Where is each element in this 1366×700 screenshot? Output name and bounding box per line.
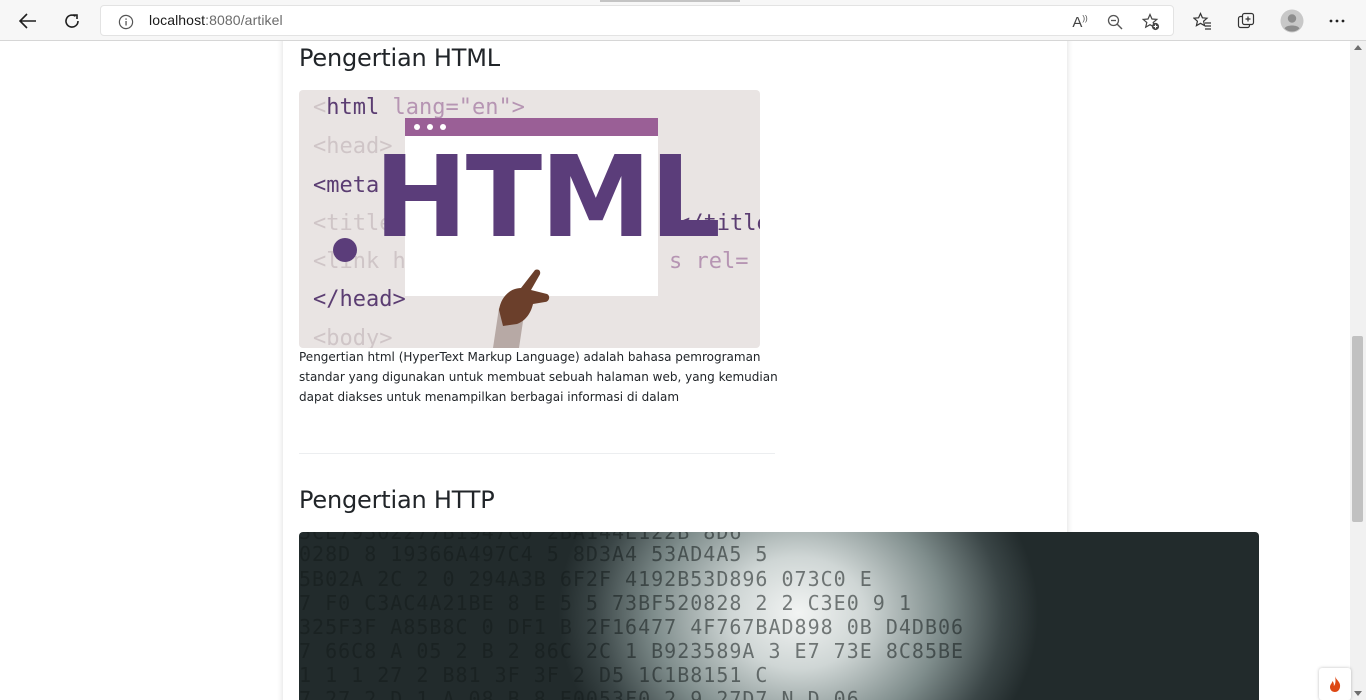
url-path: :8080/artikel bbox=[205, 12, 283, 28]
code-line: <body> bbox=[313, 326, 393, 348]
back-button[interactable] bbox=[12, 6, 44, 36]
collections-button[interactable] bbox=[1231, 6, 1261, 36]
url-text[interactable]: localhost:8080/artikel bbox=[149, 12, 283, 28]
article-summary-html: Pengertian html (HyperText Markup Langua… bbox=[299, 350, 778, 404]
url-host: localhost bbox=[149, 12, 206, 28]
profile-button[interactable] bbox=[1277, 6, 1307, 36]
article-image-http[interactable]: 3CE79302277B1947C0 2BA144E122B 8D6 028D … bbox=[299, 532, 1259, 700]
html-logo-text: HTML bbox=[374, 133, 721, 263]
back-arrow-icon bbox=[19, 13, 36, 29]
pointing-hand-icon bbox=[493, 269, 550, 348]
zoom-out-icon bbox=[1107, 14, 1123, 30]
favorites-button[interactable] bbox=[1187, 6, 1217, 36]
browser-toolbar: localhost:8080/artikel A)) bbox=[0, 0, 1366, 41]
code-line: <meta bbox=[313, 173, 380, 198]
more-menu-button[interactable] bbox=[1322, 6, 1352, 36]
read-aloud-label: A bbox=[1072, 13, 1083, 31]
hex-text-row: 028D 8 19366A497C4 5 8D3A4 53AD4A5 5 bbox=[299, 542, 769, 566]
code-line: <html lang="en"> bbox=[313, 95, 525, 120]
hex-text-row: 7 66C8 A 05 2 B 2 86C 2C 1 B923589A 3 E7… bbox=[299, 639, 965, 663]
refresh-button[interactable] bbox=[56, 6, 88, 36]
window-dot bbox=[440, 124, 446, 130]
add-favorite-icon bbox=[1142, 13, 1160, 31]
hex-text-row: 7 27 2 D 1 A 08 B 8 E0053F0 2 9 27D7 N D… bbox=[299, 687, 860, 700]
article-image-html[interactable]: <html lang="en"> <head> <meta <title <li… bbox=[299, 90, 760, 348]
favorites-icon bbox=[1192, 12, 1211, 30]
page-viewport: Pengertian HTML <html lang="en"> <head> … bbox=[0, 41, 1350, 700]
article-divider bbox=[299, 453, 775, 454]
article-title-html[interactable]: Pengertian HTML bbox=[299, 44, 500, 72]
scroll-up-arrow-icon[interactable] bbox=[1354, 45, 1362, 50]
tab-strip-edge bbox=[600, 0, 740, 2]
add-favorite-button[interactable] bbox=[1140, 11, 1162, 33]
info-icon bbox=[118, 14, 134, 30]
hex-text-row: 325F3F A85B8C 0 DF1 B 2F16477 4F767BAD89… bbox=[299, 615, 965, 639]
read-aloud-button[interactable]: A)) bbox=[1069, 11, 1091, 33]
flame-icon bbox=[1330, 676, 1341, 692]
big-dot bbox=[333, 238, 357, 262]
hex-text-row: 5B02A 2C 2 0 294A3B 6F2F 4192B53D896 073… bbox=[299, 567, 873, 591]
read-aloud-icon: A)) bbox=[1072, 13, 1088, 31]
refresh-icon bbox=[65, 14, 79, 28]
scroll-thumb[interactable] bbox=[1352, 336, 1363, 522]
page-scrollbar[interactable] bbox=[1350, 41, 1366, 700]
hex-text-row: 7 F0 C3AC4A21BE 8 E 5 5 73BF520828 2 2 C… bbox=[299, 591, 912, 615]
hex-text-row: 1 1 1 27 2 B81 3F 3F 2 D5 1C1B8151 C bbox=[299, 663, 769, 687]
article-title-http[interactable]: Pengertian HTTP bbox=[299, 486, 495, 514]
code-line: </head> bbox=[313, 287, 406, 312]
site-info-button[interactable] bbox=[115, 11, 137, 33]
debug-toolbar-button[interactable] bbox=[1319, 668, 1351, 700]
more-menu-icon bbox=[1329, 19, 1345, 23]
profile-avatar-icon bbox=[1280, 9, 1304, 33]
window-dot bbox=[414, 124, 420, 130]
collections-icon bbox=[1237, 12, 1255, 29]
address-bar[interactable]: localhost:8080/artikel A)) bbox=[100, 5, 1174, 36]
zoom-out-button[interactable] bbox=[1104, 11, 1126, 33]
window-dot bbox=[427, 124, 433, 130]
scroll-down-arrow-icon[interactable] bbox=[1354, 691, 1362, 696]
